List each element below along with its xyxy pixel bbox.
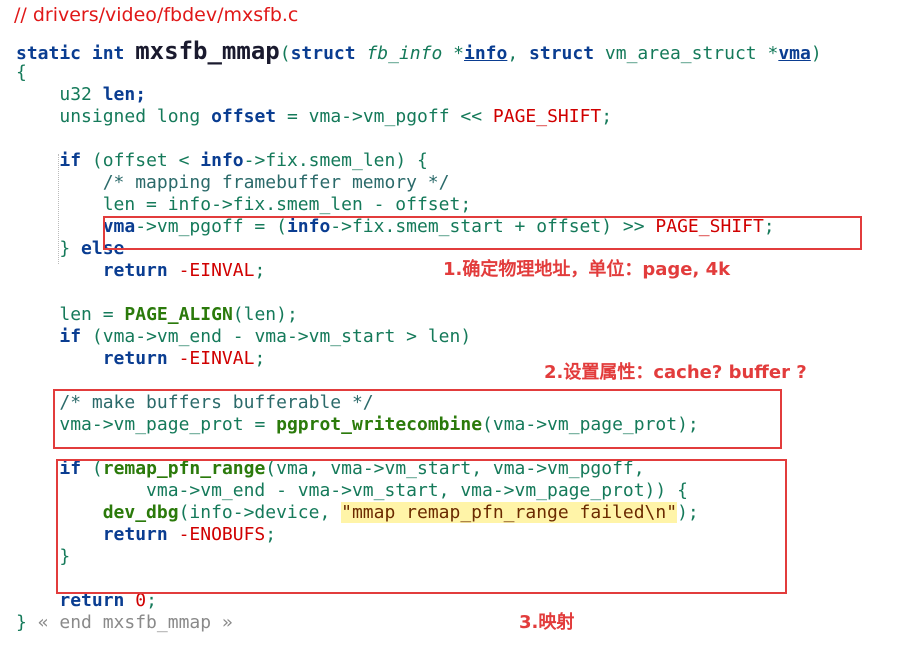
paren-close: ) [810,43,822,64]
var-len: len; [102,84,147,105]
code-line-comment-mapping: /* mapping framebuffer memory */ [16,172,912,194]
pointer-star: * [453,43,464,64]
semicolon: ; [254,260,266,281]
param-vma: vma [778,43,811,64]
keyword-return: return [102,260,168,281]
code-line-if-size: if (vma->vm_end - vma->vm_start > len) [16,326,912,348]
operator-assign: = [286,106,298,127]
comment-mapping: /* mapping framebuffer memory */ [102,172,450,193]
annotation-mapping: 3.映射 [519,612,575,633]
keyword-int: int [91,43,125,64]
var-offset: offset [211,106,277,127]
highlight-box-physical-address [103,216,862,250]
code-line-len-assign: len = info->fix.smem_len - offset; [16,194,912,216]
condition-size: (vma->vm_end - vma->vm_start > len) [91,326,472,347]
paren-open: ( [279,43,291,64]
condition-rest: ->fix.smem_len) { [243,150,428,171]
type-unsigned-long: unsigned long [59,106,201,127]
keyword-struct: struct [290,43,356,64]
function-name: mxsfb_mmap [135,37,280,65]
code-line-page-align: len = PAGE_ALIGN(len); [16,304,912,326]
keyword-struct: struct [529,43,595,64]
brace: } [59,238,71,259]
annotation-physical-address: 1.确定物理地址，单位：page, 4k [443,259,731,280]
highlight-box-remap [56,459,787,594]
const-einval: -EINVAL [178,260,255,281]
keyword-static: static [16,43,82,64]
type-fb-info: fb_info [366,43,443,64]
brace: { [16,62,27,83]
fold-marker[interactable]: « end mxsfb_mmap » [38,612,233,633]
code-line-open-brace: { [16,62,912,84]
comma: , [507,43,519,64]
type-u32: u32 [59,84,92,105]
const-einval: -EINVAL [178,348,255,369]
keyword-if: if [59,150,82,171]
func-page-align: PAGE_ALIGN [124,304,233,325]
semicolon: ; [601,106,613,127]
code-line-close-brace: } « end mxsfb_mmap » [16,612,912,634]
stmt-len-assign: len = info->fix.smem_len - offset; [102,194,472,215]
file-path-comment: // drivers/video/fbdev/mxsfb.c [14,4,299,26]
code-line-signature: static int mxsfb_mmap(struct fb_info *in… [16,37,912,65]
args-page-align: (len); [232,304,298,325]
macro-page-shift: PAGE_SHIFT [492,106,602,127]
operator-assign: = [102,304,114,325]
keyword-if: if [59,326,82,347]
code-line-if-offset: if (offset < info->fix.smem_len) { [16,150,912,172]
code-line-decl-len: u32 len; [16,84,912,106]
var-len: len [59,304,92,325]
annotation-attributes: 2.设置属性：cache? buffer ? [544,362,807,383]
code-line-decl-offset: unsigned long offset = vma->vm_pgoff << … [16,106,912,128]
condition-offset: (offset < [91,150,190,171]
param-info: info [464,43,508,64]
semicolon: ; [254,348,266,369]
indent-guide [58,154,59,264]
var-info: info [200,150,244,171]
type-vm-area-struct: vm_area_struct [604,43,757,64]
keyword-return: return [102,348,168,369]
highlight-box-attributes [53,389,782,449]
brace: } [16,612,27,633]
expr-pgoff: vma->vm_pgoff << [308,106,483,127]
pointer-star: * [767,43,779,64]
